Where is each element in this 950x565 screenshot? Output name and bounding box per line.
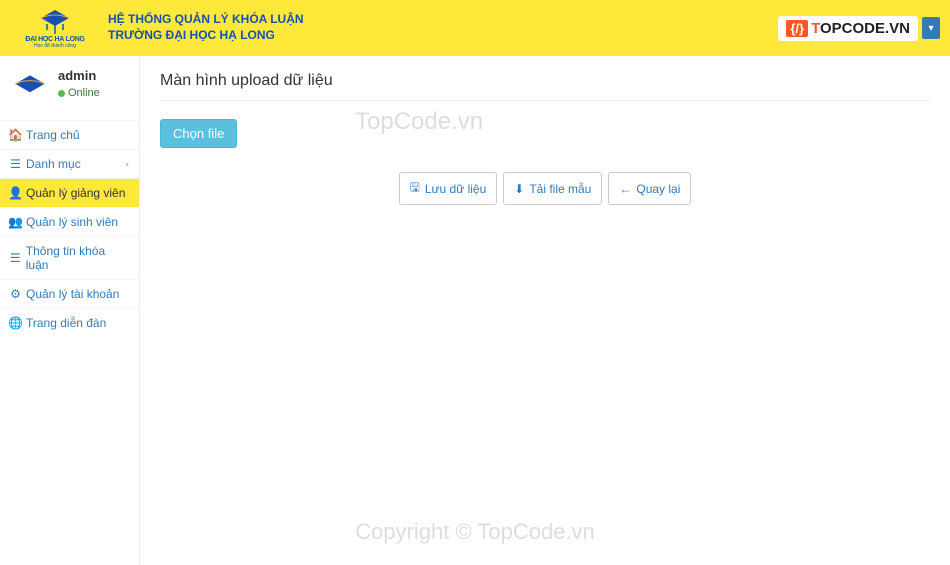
header-title: HỆ THỐNG QUẢN LÝ KHÓA LUẬN TRƯỜNG ĐẠI HỌ… bbox=[108, 12, 304, 43]
user-status-label: Online bbox=[68, 87, 100, 99]
home-icon: 🏠 bbox=[10, 128, 21, 142]
sidebar-item-label: Trang chủ bbox=[26, 128, 80, 142]
header: ĐẠI HỌC HẠ LONG Học để thành công HỆ THỐ… bbox=[0, 0, 950, 56]
globe-icon: 🌐 bbox=[10, 316, 21, 330]
list-icon: ☰ bbox=[10, 251, 21, 265]
gears-icon: ⚙ bbox=[10, 287, 21, 301]
book-wings-icon bbox=[11, 72, 49, 104]
code-icon: {/} bbox=[786, 20, 808, 37]
save-button[interactable]: 🖫 Lưu dữ liệu bbox=[399, 172, 498, 205]
user-info: admin Online bbox=[58, 68, 100, 99]
chevron-left-icon: ‹ bbox=[126, 159, 129, 169]
sidebar-item-label: Quản lý sinh viên bbox=[26, 215, 118, 229]
sidebar-item-accounts[interactable]: ⚙ Quản lý tài khoản bbox=[0, 280, 139, 308]
sidebar-item-thesis[interactable]: ☰ Thông tin khóa luận bbox=[0, 237, 139, 279]
sidebar-item-lecturers[interactable]: 👤 Quản lý giảng viên bbox=[0, 179, 139, 207]
sidebar-item-categories[interactable]: ☰ Danh mục ‹ bbox=[0, 150, 139, 178]
user-name: admin bbox=[58, 68, 100, 83]
university-logo: ĐẠI HỌC HẠ LONG Học để thành công bbox=[10, 4, 100, 52]
upload-panel: Chọn file 🖫 Lưu dữ liệu ⬇ Tải file mẫu ←… bbox=[160, 100, 930, 205]
status-dot-icon bbox=[58, 90, 65, 97]
page-title: Màn hình upload dữ liệu bbox=[160, 72, 930, 90]
list-icon: ☰ bbox=[10, 157, 21, 171]
user-icon: 👤 bbox=[10, 186, 21, 200]
users-icon: 👥 bbox=[10, 215, 21, 229]
sidebar-item-home[interactable]: 🏠 Trang chủ bbox=[0, 121, 139, 149]
main-content: Màn hình upload dữ liệu Chọn file 🖫 Lưu … bbox=[140, 56, 950, 565]
sidebar-item-label: Trang diễn đàn bbox=[26, 316, 106, 330]
sidebar-item-label: Thông tin khóa luận bbox=[26, 244, 129, 272]
header-title-line2: TRƯỜNG ĐẠI HỌC HẠ LONG bbox=[108, 28, 304, 44]
download-template-label: Tải file mẫu bbox=[529, 182, 591, 196]
download-icon: ⬇ bbox=[514, 182, 524, 196]
sidebar-item-label: Quản lý tài khoản bbox=[26, 287, 119, 301]
chevron-down-icon[interactable]: ▾ bbox=[922, 17, 940, 39]
back-button-label: Quay lại bbox=[636, 182, 680, 196]
choose-file-button[interactable]: Chọn file bbox=[160, 119, 237, 148]
logo-block: ĐẠI HỌC HẠ LONG Học để thành công HỆ THỐ… bbox=[10, 4, 304, 52]
header-right: {/} TOPCODE.VN ▾ bbox=[778, 16, 940, 41]
sidebar-item-forum[interactable]: 🌐 Trang diễn đàn bbox=[0, 309, 139, 337]
sidebar-item-students[interactable]: 👥 Quản lý sinh viên bbox=[0, 208, 139, 236]
logo-text-main: ĐẠI HỌC HẠ LONG bbox=[25, 36, 84, 43]
sidebar-menu: 🏠 Trang chủ ☰ Danh mục ‹ 👤 Quản lý giảng viê… bbox=[0, 120, 139, 337]
logo-text-sub: Học để thành công bbox=[34, 43, 76, 49]
topcode-badge[interactable]: {/} TOPCODE.VN bbox=[778, 16, 918, 41]
save-icon: 🖫 bbox=[410, 178, 420, 199]
user-panel: admin Online bbox=[0, 56, 139, 120]
header-title-line1: HỆ THỐNG QUẢN LÝ KHÓA LUẬN bbox=[108, 12, 304, 28]
sidebar: admin Online 🏠 Trang chủ ☰ Danh mục ‹ 👤 Quản… bbox=[0, 56, 140, 565]
book-wings-icon bbox=[37, 8, 73, 36]
user-status: Online bbox=[58, 87, 100, 99]
action-buttons: 🖫 Lưu dữ liệu ⬇ Tải file mẫu ← Quay lại bbox=[160, 172, 930, 205]
topcode-label: TOPCODE.VN bbox=[811, 20, 910, 37]
sidebar-item-label: Quản lý giảng viên bbox=[26, 186, 125, 200]
download-template-button[interactable]: ⬇ Tải file mẫu bbox=[503, 172, 602, 205]
save-button-label: Lưu dữ liệu bbox=[425, 182, 486, 196]
back-button[interactable]: ← Quay lại bbox=[608, 172, 691, 205]
avatar bbox=[10, 68, 50, 108]
sidebar-item-label: Danh mục bbox=[26, 157, 81, 171]
arrow-left-icon: ← bbox=[619, 182, 631, 196]
